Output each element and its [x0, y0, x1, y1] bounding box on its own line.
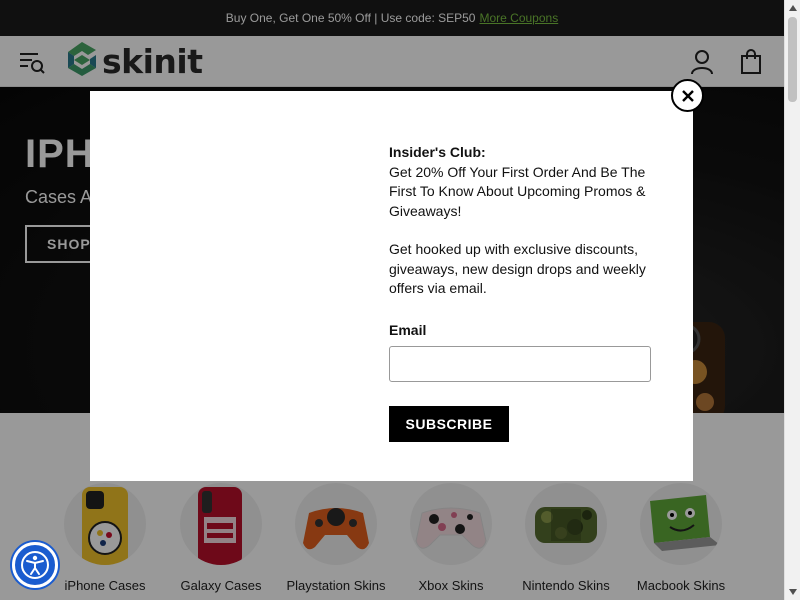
scroll-up-arrow-icon[interactable]	[785, 0, 800, 16]
close-modal-button[interactable]	[671, 79, 704, 112]
modal-content: Insider's Club: Get 20% Off Your First O…	[389, 143, 659, 442]
close-icon	[681, 89, 694, 102]
newsletter-modal: Insider's Club: Get 20% Off Your First O…	[90, 91, 693, 481]
scroll-down-arrow-icon[interactable]	[785, 584, 800, 600]
email-label: Email	[389, 321, 427, 338]
subscribe-button[interactable]: SUBSCRIBE	[389, 406, 509, 442]
modal-heading: Insider's Club:	[389, 144, 486, 160]
accessibility-button[interactable]	[12, 542, 58, 588]
modal-description: Get hooked up with exclusive discounts, …	[389, 241, 646, 296]
page-scrollbar[interactable]	[784, 0, 800, 600]
scrollbar-thumb[interactable]	[788, 17, 797, 102]
modal-offer-text: Get 20% Off Your First Order And Be The …	[389, 163, 646, 219]
accessibility-icon	[21, 551, 49, 579]
email-input[interactable]	[389, 346, 651, 382]
